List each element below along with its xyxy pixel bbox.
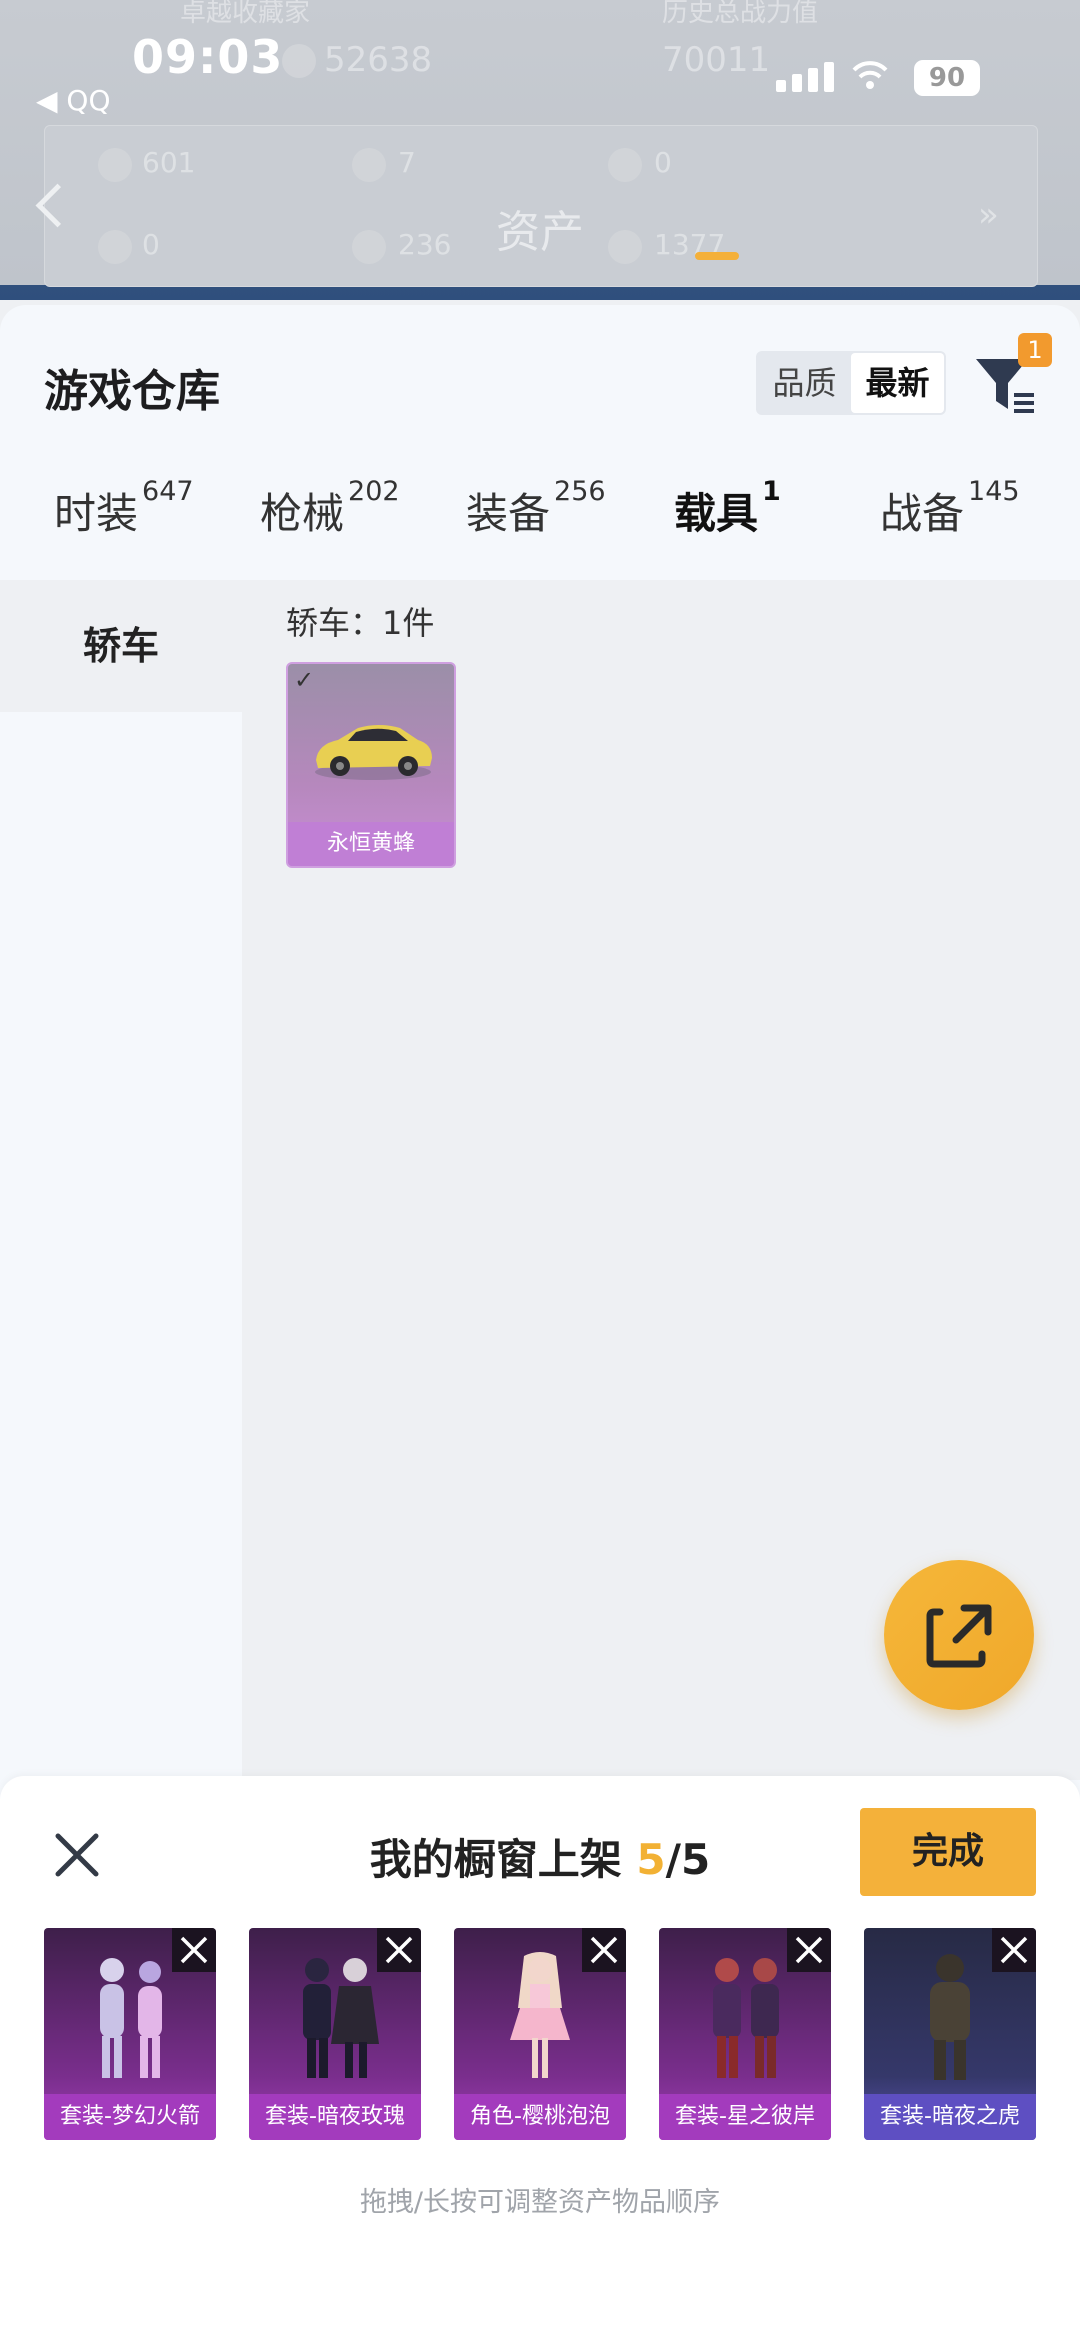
page-title: 资产 [496, 207, 584, 258]
asset-count: 7 [398, 146, 416, 179]
sheet-title: 游戏仓库 [44, 366, 220, 417]
active-tab-indicator [695, 252, 739, 260]
asset-icon [98, 148, 132, 182]
tab-label: 装备 [466, 489, 551, 538]
asset-count: 601 [142, 146, 196, 179]
share-button[interactable] [884, 1560, 1034, 1710]
category-sidebar [0, 580, 242, 1780]
share-icon [926, 1604, 992, 1668]
remove-button[interactable] [787, 1928, 831, 1972]
tab-battle-gear[interactable]: 战备 145 [880, 476, 1020, 541]
showcase-total-count: /5 [665, 1835, 711, 1884]
coin-icon [282, 44, 316, 78]
collector-value: 52638 [324, 40, 433, 80]
battery-indicator: 90 [914, 60, 980, 96]
character-figure [100, 1958, 162, 2078]
character-figure [303, 1958, 379, 2078]
sort-quality-option[interactable]: 品质 [758, 353, 851, 413]
item-name: 永恒黄蜂 [288, 822, 454, 866]
remove-button[interactable] [992, 1928, 1036, 1972]
tab-vehicles[interactable]: 载具 1 [674, 476, 781, 541]
showcase-current-count: 5 [636, 1835, 666, 1884]
asset-icon [352, 148, 386, 182]
tab-firearms[interactable]: 枪械 202 [260, 476, 400, 541]
slot-label: 角色-樱桃泡泡 [454, 2094, 626, 2140]
tab-count: 647 [142, 476, 194, 507]
category-tabs: 时装 647 枪械 202 装备 256 载具 1 战备 145 [0, 476, 1080, 580]
back-to-app-link[interactable]: ◀ QQ [36, 84, 111, 117]
done-button[interactable]: 完成 [860, 1808, 1036, 1896]
character-figure [930, 1954, 970, 2080]
showcase-slot[interactable]: 套装-暗夜玫瑰 [249, 1928, 421, 2140]
showcase-slot[interactable]: 角色-樱桃泡泡 [454, 1928, 626, 2140]
close-icon [385, 1936, 413, 1964]
power-value: 70011 [662, 40, 771, 80]
close-icon [795, 1936, 823, 1964]
item-card[interactable]: ✓ 永恒黄蜂 [286, 662, 456, 868]
tab-fashion[interactable]: 时装 647 [54, 476, 194, 541]
tab-count: 256 [554, 476, 606, 507]
collector-label: 卓越收藏家 [180, 0, 311, 28]
double-chevron-icon[interactable]: » [978, 195, 999, 235]
tab-count: 1 [762, 476, 781, 507]
slot-label: 套装-星之彼岸 [659, 2094, 831, 2140]
sort-toggle: 品质 最新 [756, 351, 946, 415]
character-figure [713, 1958, 779, 2078]
character-figure [510, 1952, 570, 2078]
remove-button[interactable] [172, 1928, 216, 1972]
wifi-icon [852, 61, 888, 89]
remove-button[interactable] [582, 1928, 626, 1972]
sidebar-item-sedan[interactable]: 轿车 [0, 580, 242, 712]
status-time: 09:03 [132, 30, 284, 84]
reorder-hint: 拖拽/长按可调整资产物品顺序 [359, 2187, 721, 2218]
power-label: 历史总战力值 [662, 0, 819, 28]
remove-button[interactable] [377, 1928, 421, 1972]
tab-label: 战备 [880, 489, 965, 538]
signal-icon [776, 62, 834, 92]
close-icon [1000, 1936, 1028, 1964]
showcase-slot[interactable]: 套装-星之彼岸 [659, 1928, 831, 2140]
tab-label: 枪械 [260, 489, 345, 538]
slot-label: 套装-暗夜之虎 [864, 2094, 1036, 2140]
showcase-slot[interactable]: 套装-暗夜之虎 [864, 1928, 1036, 2140]
category-count-label: 轿车：1件 [286, 604, 435, 642]
showcase-title-text: 我的橱窗上架 [369, 1835, 637, 1884]
close-icon [180, 1936, 208, 1964]
tab-label: 时装 [54, 489, 139, 538]
tab-equipment[interactable]: 装备 256 [466, 476, 606, 541]
tab-count: 202 [348, 476, 400, 507]
tab-label: 载具 [674, 489, 759, 538]
slot-label: 套装-暗夜玫瑰 [249, 2094, 421, 2140]
tab-count: 145 [968, 476, 1020, 507]
showcase-slot[interactable]: 套装-梦幻火箭 [44, 1928, 216, 2140]
asset-count: 0 [654, 146, 672, 179]
sort-newest-option[interactable]: 最新 [851, 353, 944, 413]
slot-label: 套装-梦幻火箭 [44, 2094, 216, 2140]
close-icon [590, 1936, 618, 1964]
car-icon [315, 725, 432, 780]
filter-badge: 1 [1018, 333, 1052, 367]
checkmark-icon: ✓ [294, 666, 315, 694]
asset-icon [608, 148, 642, 182]
